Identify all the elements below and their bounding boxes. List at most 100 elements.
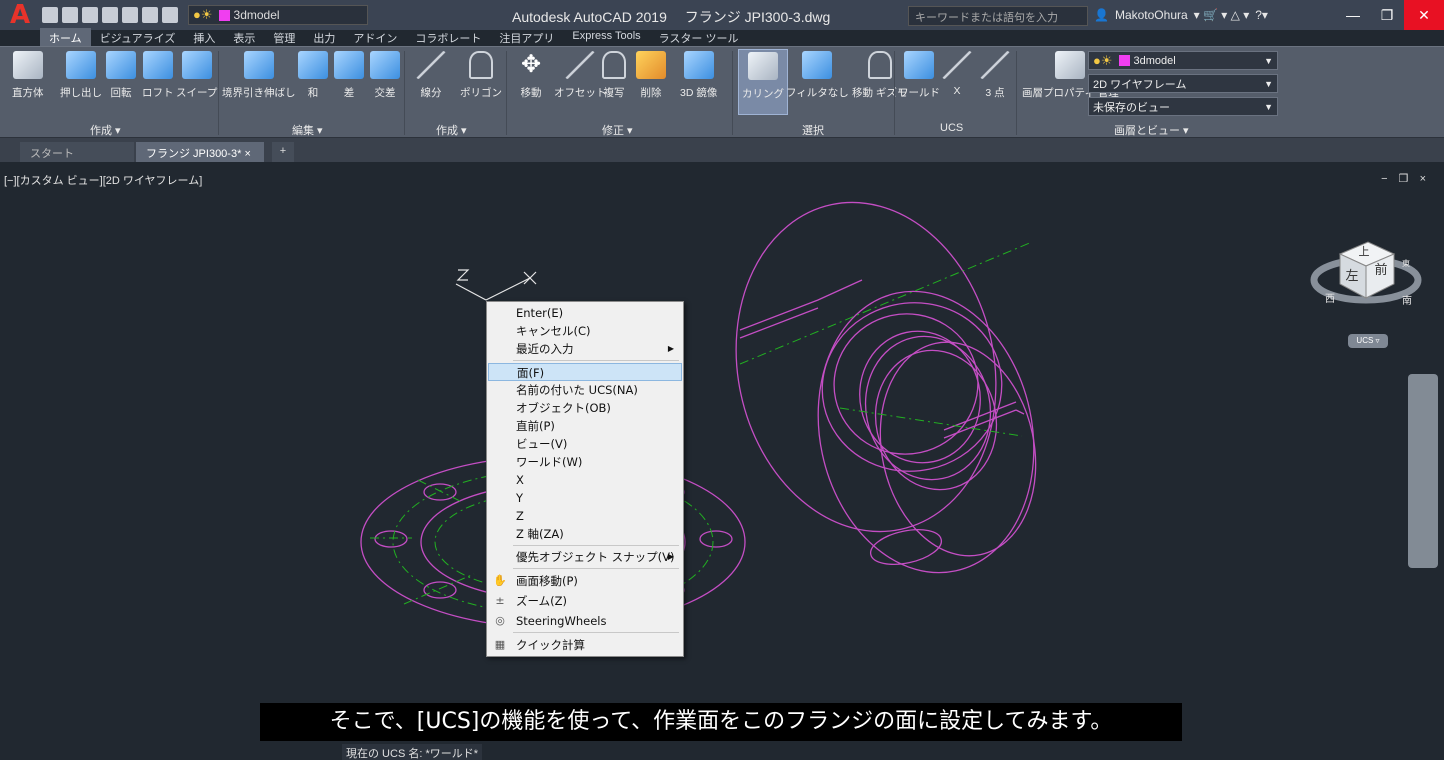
menu-item-object[interactable]: オブジェクト(OB)	[488, 399, 682, 417]
extrude-button[interactable]: 押し出し	[60, 51, 102, 100]
culling-icon	[748, 52, 778, 80]
panel-label-draw[interactable]: 作成 ▾	[436, 122, 467, 138]
compass-south[interactable]: 南	[1402, 294, 1412, 307]
tab-output[interactable]: 出力	[304, 28, 344, 46]
search-input[interactable]: キーワードまたは語句を入力	[908, 6, 1088, 26]
menu-item-previous[interactable]: 直前(P)	[488, 417, 682, 435]
layer-dropdown[interactable]: ●☀ 3dmodel ▼	[1088, 51, 1278, 70]
tab-manage[interactable]: 管理	[264, 28, 304, 46]
restore-button[interactable]: ❐	[1370, 0, 1404, 30]
menu-item-z[interactable]: Z	[488, 507, 682, 525]
menu-item-y[interactable]: Y	[488, 489, 682, 507]
loft-icon	[142, 51, 173, 79]
ucs-menu-badge[interactable]: UCS ▿	[1348, 334, 1388, 348]
bolt-hole	[423, 581, 457, 599]
menu-item-z-axis[interactable]: Z 軸(ZA)	[488, 525, 682, 543]
panel-label-modify[interactable]: 修正 ▾	[602, 122, 633, 138]
panel-label-ucs[interactable]: UCS	[940, 122, 963, 134]
tab-featured-apps[interactable]: 注目アプリ	[490, 28, 563, 46]
tab-view[interactable]: 表示	[224, 28, 264, 46]
move-button[interactable]: ✥ 移動	[516, 51, 546, 100]
compass-east[interactable]: 東	[1402, 258, 1410, 268]
tab-visualize[interactable]: ビジュアライズ	[91, 28, 185, 46]
panel-label-modeling[interactable]: 作成 ▾	[90, 122, 121, 138]
app-menu-button[interactable]: A	[0, 0, 40, 30]
open-icon[interactable]	[62, 7, 78, 23]
divider	[732, 51, 733, 135]
tab-current-drawing[interactable]: フランジ JPI300-3* ×	[136, 142, 264, 162]
ucs-world-button[interactable]: ワールド	[898, 51, 940, 100]
drawing-viewport[interactable]: [−][カスタム ビュー][2D ワイヤフレーム] − ❐ × 上 左 前 西 …	[0, 162, 1444, 760]
copy-button[interactable]: 複写	[602, 51, 626, 100]
menu-item-zoom[interactable]: ± ズーム(Z)	[488, 592, 682, 610]
menu-item-quickcalc[interactable]: ▦ クイック計算	[488, 636, 682, 654]
cube-face-front[interactable]: 前	[1374, 262, 1387, 278]
mirror3d-icon	[683, 51, 714, 79]
tab-addins[interactable]: アドイン	[344, 28, 406, 46]
culling-button[interactable]: カリング	[738, 49, 788, 115]
navigation-bar[interactable]	[1408, 374, 1438, 568]
new-icon[interactable]	[42, 7, 58, 23]
user-account[interactable]: 👤 MakotoOhura ▾ 🛒 ▾ △ ▾ ?▾	[1094, 8, 1268, 22]
panel-label-selection[interactable]: 選択	[802, 122, 824, 138]
revolve-button[interactable]: 回転	[106, 51, 136, 100]
presspull-button[interactable]: 境界引き伸ばし	[222, 51, 296, 100]
menu-item-recent-input[interactable]: 最近の入力 ▶	[488, 340, 682, 358]
save-icon[interactable]	[82, 7, 98, 23]
plot-icon[interactable]	[122, 7, 138, 23]
cube-face-left[interactable]: 左	[1345, 269, 1358, 284]
subtract-button[interactable]: 差	[334, 51, 364, 100]
menu-item-pan[interactable]: ✋ 画面移動(P)	[488, 572, 682, 590]
cube-face-top[interactable]: 上	[1359, 245, 1370, 258]
erase-button[interactable]: 削除	[636, 51, 666, 100]
help-icon[interactable]: ?▾	[1255, 8, 1268, 22]
union-button[interactable]: 和	[298, 51, 328, 100]
tab-collaborate[interactable]: コラボレート	[406, 28, 490, 46]
flange-edge-line	[739, 279, 863, 331]
menu-item-view[interactable]: ビュー(V)	[488, 435, 682, 453]
filter-button[interactable]: フィルタなし	[786, 51, 849, 100]
close-button[interactable]: ✕	[1404, 0, 1444, 30]
menu-item-steeringwheels[interactable]: ◎ SteeringWheels	[488, 612, 682, 630]
close-icon[interactable]: ×	[244, 148, 250, 160]
tab-insert[interactable]: 挿入	[184, 28, 224, 46]
divider	[218, 51, 219, 135]
visual-style-dropdown[interactable]: 2D ワイヤフレーム ▼	[1088, 74, 1278, 93]
menu-item-named-ucs[interactable]: 名前の付いた UCS(NA)	[488, 381, 682, 399]
tab-start[interactable]: スタート	[20, 142, 134, 162]
viewcube[interactable]: 上 左 前 西 南 東	[1310, 241, 1422, 307]
panel-label-edit[interactable]: 編集 ▾	[292, 122, 323, 138]
menu-item-world[interactable]: ワールド(W)	[488, 453, 682, 471]
intersect-button[interactable]: 交差	[370, 51, 400, 100]
save-as-icon[interactable]	[102, 7, 118, 23]
tab-express-tools[interactable]: Express Tools	[563, 28, 649, 46]
menu-item-cancel[interactable]: キャンセル(C)	[488, 322, 682, 340]
tab-raster-tools[interactable]: ラスター ツール	[650, 28, 748, 46]
box-button[interactable]: 直方体	[12, 51, 44, 100]
line-button[interactable]: 線分	[416, 51, 446, 100]
mirror3d-button[interactable]: 3D 鏡像	[680, 51, 717, 100]
named-view-dropdown[interactable]: 未保存のビュー ▼	[1088, 97, 1278, 116]
polygon-button[interactable]: ポリゴン	[460, 51, 502, 100]
menu-item-object-snap-override[interactable]: 優先オブジェクト スナップ(V) ▶	[488, 548, 682, 566]
menu-item-face[interactable]: 面(F)	[488, 363, 682, 381]
ucs-x-button[interactable]: X	[942, 51, 972, 97]
copy-icon	[602, 51, 626, 79]
compass-west[interactable]: 西	[1325, 294, 1335, 305]
cart-icon[interactable]: ▾ 🛒 ▾ △ ▾	[1194, 8, 1250, 22]
tab-home[interactable]: ホーム	[40, 28, 91, 46]
erase-icon	[636, 51, 666, 79]
menu-item-enter[interactable]: Enter(E)	[488, 304, 682, 322]
menu-item-x[interactable]: X	[488, 471, 682, 489]
redo-icon[interactable]	[162, 7, 178, 23]
loft-button[interactable]: ロフト	[142, 51, 174, 100]
ucs-3point-button[interactable]: 3 点	[980, 51, 1010, 100]
offset-icon	[565, 51, 596, 79]
quick-layer-dropdown[interactable]: ●☀ 3dmodel	[188, 5, 368, 25]
sweep-button[interactable]: スイープ	[176, 51, 217, 100]
offset-button[interactable]: オフセット	[554, 51, 607, 100]
panel-label-layers-view[interactable]: 画層とビュー ▾	[1114, 122, 1189, 138]
undo-icon[interactable]	[142, 7, 158, 23]
new-tab-button[interactable]: +	[272, 142, 294, 162]
minimize-button[interactable]: —	[1336, 0, 1370, 30]
